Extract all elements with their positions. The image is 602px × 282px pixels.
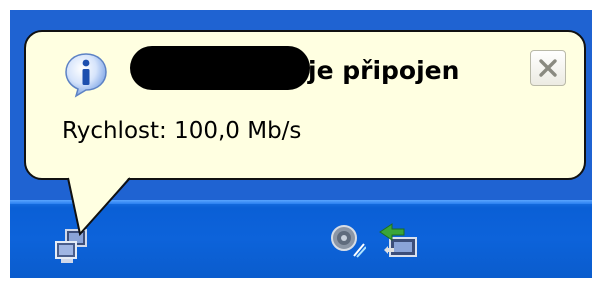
redacted-connection-name	[130, 46, 310, 90]
info-icon	[62, 50, 110, 102]
notification-title: je připojen	[308, 56, 460, 85]
volume-icon[interactable]	[330, 222, 367, 264]
network-activity-icon[interactable]	[376, 220, 422, 266]
notification-message: Rychlost: 100,0 Mb/s	[62, 118, 302, 144]
balloon-tail	[67, 176, 131, 237]
close-button[interactable]	[530, 50, 566, 86]
close-icon	[539, 59, 557, 77]
